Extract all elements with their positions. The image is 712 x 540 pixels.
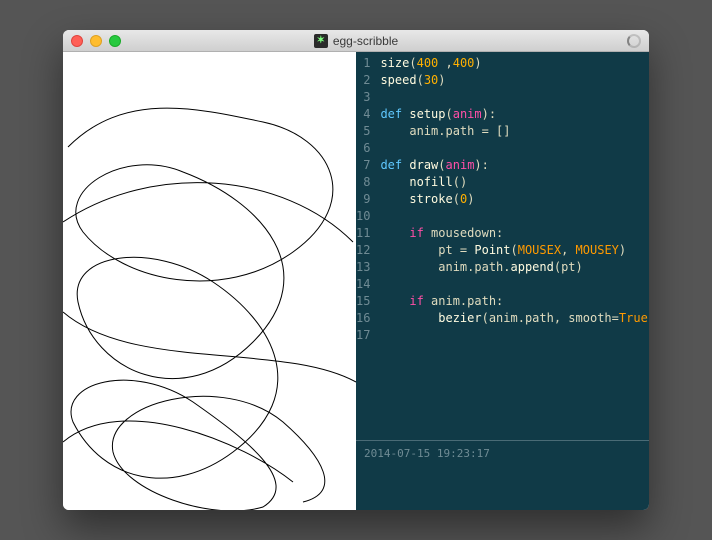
status-timestamp: 2014-07-15 19:23:17 [364,447,490,460]
code-line[interactable]: def draw(anim): [380,157,649,174]
line-number: 13 [356,259,370,276]
scribble-output [63,52,356,510]
code-line[interactable]: nofill() [380,174,649,191]
line-number: 14 [356,276,370,293]
code-line[interactable]: if mousedown: [380,225,649,242]
code-line[interactable]: if anim.path: [380,293,649,310]
line-number: 17 [356,327,370,344]
titlebar[interactable]: ✶ egg-scribble [63,30,649,52]
code-editor[interactable]: 1234567891011121314151617 size(400 ,400)… [356,52,649,510]
line-number: 1 [356,55,370,72]
traffic-lights [71,35,121,47]
drawing-canvas[interactable] [63,52,356,510]
line-number: 10 [356,208,370,225]
line-number: 5 [356,123,370,140]
content-area: 1234567891011121314151617 size(400 ,400)… [63,52,649,510]
code-line[interactable]: anim.path = [] [380,123,649,140]
line-number: 3 [356,89,370,106]
app-window: ✶ egg-scribble 1234567891011121314151617… [63,30,649,510]
minimize-icon[interactable] [90,35,102,47]
code-line[interactable] [380,208,649,225]
code-line[interactable]: stroke(0) [380,191,649,208]
line-number: 16 [356,310,370,327]
line-number: 11 [356,225,370,242]
line-number: 9 [356,191,370,208]
code-line[interactable]: size(400 ,400) [380,55,649,72]
code-area[interactable]: 1234567891011121314151617 size(400 ,400)… [356,52,649,440]
code-line[interactable]: bezier(anim.path, smooth=True) [380,310,649,327]
code-line[interactable]: pt = Point(MOUSEX, MOUSEY) [380,242,649,259]
status-bar: 2014-07-15 19:23:17 [356,440,649,510]
title-text: egg-scribble [333,34,398,48]
line-number: 4 [356,106,370,123]
app-icon: ✶ [314,34,328,48]
zoom-icon[interactable] [109,35,121,47]
code-line[interactable]: speed(30) [380,72,649,89]
window-title: ✶ egg-scribble [63,34,649,48]
code-line[interactable] [380,89,649,106]
line-number: 15 [356,293,370,310]
line-gutter: 1234567891011121314151617 [356,55,376,440]
line-number: 2 [356,72,370,89]
activity-spinner-icon [627,34,641,48]
code-line[interactable] [380,276,649,293]
code-line[interactable]: anim.path.append(pt) [380,259,649,276]
line-number: 8 [356,174,370,191]
line-number: 7 [356,157,370,174]
code-line[interactable] [380,140,649,157]
line-number: 12 [356,242,370,259]
code-line[interactable] [380,327,649,344]
close-icon[interactable] [71,35,83,47]
line-number: 6 [356,140,370,157]
code-lines[interactable]: size(400 ,400)speed(30) def setup(anim):… [376,55,649,440]
code-line[interactable]: def setup(anim): [380,106,649,123]
